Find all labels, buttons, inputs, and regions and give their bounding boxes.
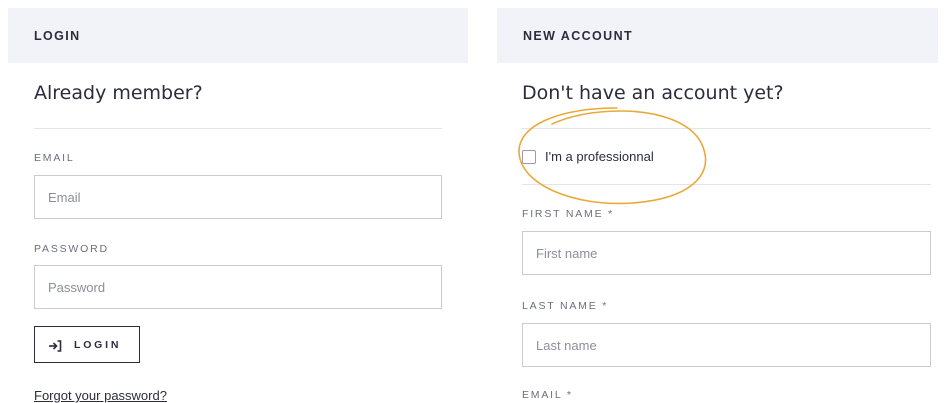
new-account-divider-mid [522,184,931,185]
new-account-section-title: Don't have an account yet? [522,82,784,104]
last-name-label: LAST NAME * [522,300,609,312]
login-section-title: Already member? [34,82,203,104]
first-name-input[interactable] [522,231,931,275]
last-name-input[interactable] [522,323,931,367]
login-button[interactable]: LOGIN [34,326,140,363]
login-email-label: EMAIL [34,152,75,164]
new-account-divider-top [522,128,931,129]
professional-checkbox-row[interactable]: I'm a professionnal [522,149,654,164]
login-panel: LOGIN [8,8,468,63]
login-header-title: LOGIN [34,28,81,43]
new-account-email-label: EMAIL * [522,389,573,401]
sign-in-icon [48,339,62,352]
new-account-header: NEW ACCOUNT [497,8,938,63]
professional-checkbox[interactable] [522,149,536,164]
login-password-input[interactable] [34,265,442,309]
new-account-header-title: NEW ACCOUNT [523,28,634,43]
new-account-panel: NEW ACCOUNT [497,8,938,63]
first-name-label: FIRST NAME * [522,208,614,220]
login-password-label: PASSWORD [34,243,109,255]
login-header: LOGIN [8,8,468,63]
login-divider [34,128,442,129]
forgot-password-link[interactable]: Forgot your password? [34,388,167,403]
login-email-input[interactable] [34,175,442,219]
login-button-label: LOGIN [74,338,122,351]
professional-checkbox-label: I'm a professionnal [545,149,654,164]
